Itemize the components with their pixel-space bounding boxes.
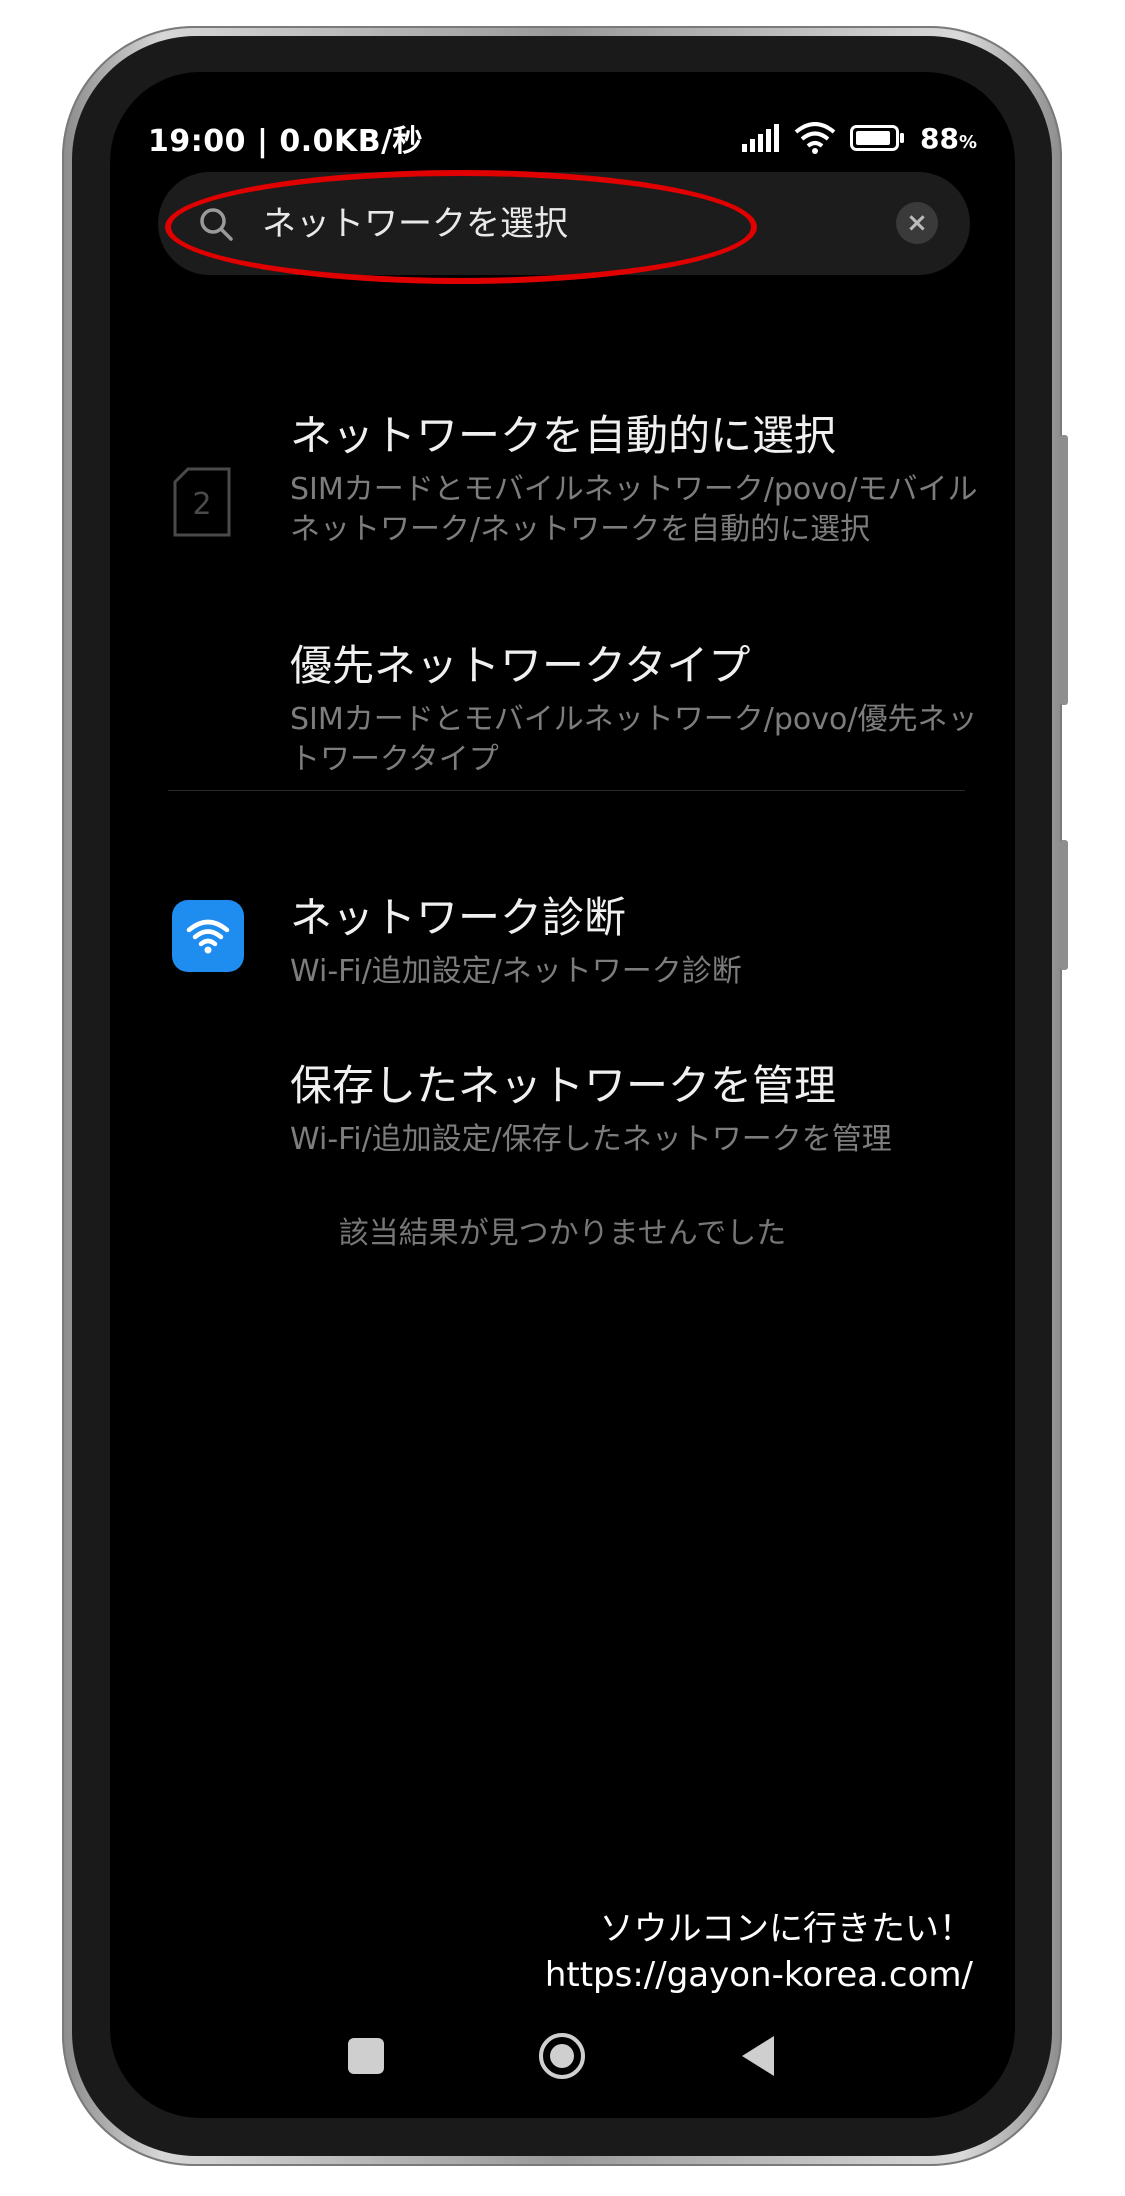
result-item-saved-networks[interactable]: 保存したネットワークを管理 Wi-Fi/追加設定/保存したネットワークを管理 [110,1052,1015,1162]
battery-unit: % [958,131,977,153]
home-button[interactable] [536,2030,588,2082]
result-title: 保存したネットワークを管理 [290,1061,837,1110]
status-icons: 88% [740,122,977,155]
volume-button [1060,435,1068,705]
sim-slot-number: 2 [192,487,211,522]
result-subtitle: Wi-Fi/追加設定/ネットワーク診断 [290,954,742,989]
watermark-line-1: ソウルコンに行きたい！ [599,1909,973,1949]
battery-icon [849,125,904,151]
phone-screen: 19:00 | 0.0KB/秒 88% ネットワークを選択 × ネットワークを自… [110,72,1015,2118]
recents-button[interactable] [340,2030,392,2082]
close-icon: × [906,208,928,238]
result-title: 優先ネットワークタイプ [290,641,751,690]
power-button [1060,840,1068,970]
result-title: ネットワークを自動的に選択 [290,411,837,460]
clear-search-button[interactable]: × [896,202,938,244]
signal-icon [741,124,779,152]
wifi-status-icon [794,122,836,154]
no-result-message: 該当結果が見つかりませんでした [338,1216,787,1251]
watermark-line-2: https://gayon-korea.com/ [544,1955,973,1995]
status-time-speed: 19:00 | 0.0KB/秒 [148,124,424,159]
battery-level: 88 [919,121,959,155]
result-subtitle: Wi-Fi/追加設定/保存したネットワークを管理 [290,1122,892,1157]
result-subtitle: SIMカードとモバイルネットワーク/povo/モバイルネットワーク/ネットワーク… [290,472,978,547]
status-bar: 19:00 | 0.0KB/秒 88% [148,110,977,166]
result-item-network-diagnosis[interactable]: ネットワーク診断 Wi-Fi/追加設定/ネットワーク診断 [110,884,1015,994]
result-item-preferred-network[interactable]: 優先ネットワークタイプ SIMカードとモバイルネットワーク/povo/優先ネット… [110,632,1015,777]
result-item-auto-select[interactable]: ネットワークを自動的に選択 SIMカードとモバイルネットワーク/povo/モバイ… [110,402,1015,592]
section-divider [168,790,965,791]
sim-2-icon: 2 [173,467,231,537]
watermark: ソウルコンに行きたい！ https://gayon-korea.com/ [545,1906,973,1998]
back-button[interactable] [734,2030,786,2082]
navigation-bar [110,2022,1015,2082]
highlight-annotation [165,170,757,284]
result-subtitle: SIMカードとモバイルネットワーク/povo/優先ネットワークタイプ [290,702,978,777]
result-title: ネットワーク診断 [290,893,627,942]
battery-percentage: 88% [920,122,977,155]
